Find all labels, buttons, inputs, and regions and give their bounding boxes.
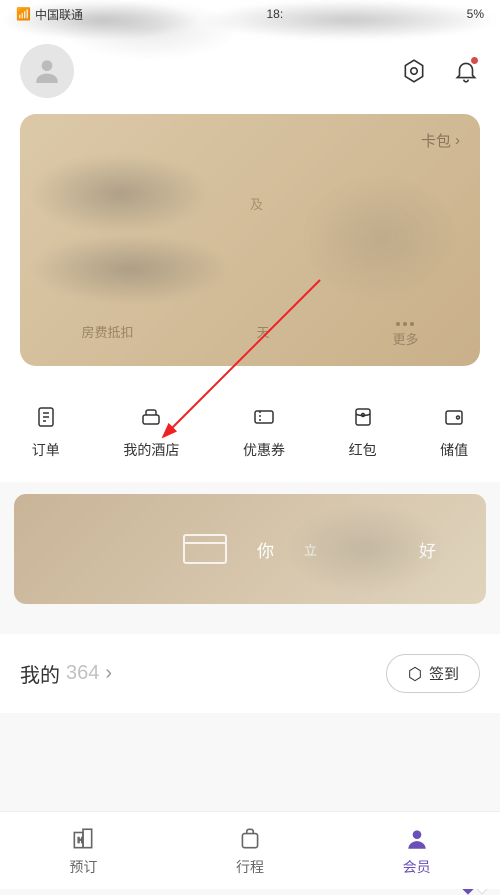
points-section: 我的 364 › 签到	[0, 634, 500, 713]
menu-label: 订单	[32, 440, 60, 460]
signin-icon	[407, 666, 423, 682]
menu-redpacket[interactable]: 红包	[349, 404, 377, 460]
redpacket-icon	[350, 404, 376, 430]
battery-label: 5%	[467, 7, 484, 21]
tab-label: 会员	[403, 857, 431, 877]
orders-icon	[33, 404, 59, 430]
booking-icon: H	[69, 825, 97, 853]
menu-stored-value[interactable]: 储值	[440, 404, 468, 460]
tab-label: 预订	[69, 857, 97, 877]
status-bar: 📶 中国联通 18: 5%	[0, 0, 500, 28]
banner-text-1: 你	[257, 537, 274, 562]
coupon-icon	[251, 404, 277, 430]
carrier-label: 中国联通	[35, 6, 83, 23]
signal-icon: 📶	[16, 7, 31, 21]
menu-coupons[interactable]: 优惠券	[243, 404, 285, 460]
card-more[interactable]: 更多	[392, 322, 418, 348]
banner-text-3: 好	[419, 537, 436, 562]
svg-text:H: H	[78, 835, 83, 844]
card-item-2[interactable]: 天	[256, 322, 269, 348]
tab-trips[interactable]: 行程	[236, 825, 264, 877]
chevron-right-icon: ›	[455, 132, 460, 149]
avatar[interactable]	[20, 44, 74, 98]
tab-member[interactable]: 会员	[403, 825, 431, 877]
wallet-icon	[441, 404, 467, 430]
tab-bar: H 预订 行程 会员	[0, 811, 500, 889]
hotel-icon	[138, 404, 164, 430]
profile-header	[0, 28, 500, 114]
card-item-1[interactable]: 房费抵扣	[81, 322, 133, 348]
quick-menu: 订单 我的酒店 优惠券 红包 储值	[0, 386, 500, 482]
status-time: 18:	[266, 7, 283, 21]
banner-text-2: 立	[304, 540, 317, 559]
more-dots-icon	[396, 322, 414, 326]
membership-card[interactable]: 卡包 › 及 房费抵扣 天 更多	[20, 114, 480, 366]
tab-booking[interactable]: H 预订	[69, 825, 97, 877]
chevron-right-icon: ›	[105, 662, 112, 685]
notifications-icon[interactable]	[452, 57, 480, 85]
menu-label: 储值	[440, 440, 468, 460]
signin-button[interactable]: 签到	[386, 654, 480, 693]
member-icon	[403, 825, 431, 853]
settings-icon[interactable]	[400, 57, 428, 85]
trips-icon	[236, 825, 264, 853]
banner-section: 你 立 好	[0, 482, 500, 616]
card-icon	[183, 534, 227, 564]
promo-banner[interactable]: 你 立 好	[14, 494, 486, 604]
card-and-char: 及	[250, 194, 263, 213]
points-title[interactable]: 我的 364 ›	[20, 659, 112, 688]
membership-card-section: 卡包 › 及 房费抵扣 天 更多	[0, 114, 500, 386]
wallet-link[interactable]: 卡包 ›	[421, 130, 460, 151]
menu-label: 我的酒店	[123, 440, 179, 460]
tab-label: 行程	[236, 857, 264, 877]
menu-label: 优惠券	[243, 440, 285, 460]
menu-orders[interactable]: 订单	[32, 404, 60, 460]
menu-my-hotel[interactable]: 我的酒店	[123, 404, 179, 460]
notification-badge	[471, 57, 478, 64]
menu-label: 红包	[349, 440, 377, 460]
